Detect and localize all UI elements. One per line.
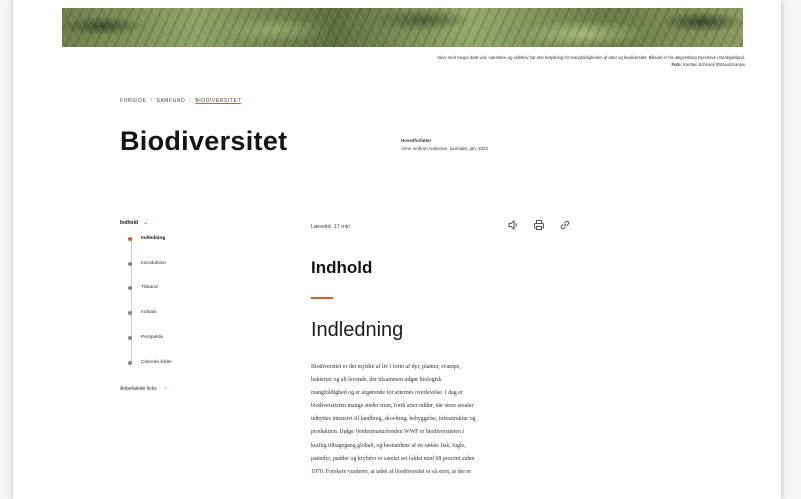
breadcrumb-forside[interactable]: FORSIDE bbox=[120, 98, 146, 104]
link-icon[interactable] bbox=[559, 219, 571, 231]
hero-image bbox=[62, 8, 743, 47]
author-label: Hovedforfatter bbox=[401, 138, 432, 143]
toc-item-indsats[interactable]: Indsats bbox=[128, 310, 156, 315]
breadcrumb-samfund[interactable]: SAMFUND bbox=[156, 98, 185, 104]
caption-photo-label: Foto: bbox=[671, 62, 682, 67]
toc-item-label: Indsats bbox=[141, 310, 157, 315]
chevron-down-icon: ⌄ bbox=[143, 220, 149, 226]
body-line: produktion. Ifølge Verdensnaturfonden WW… bbox=[311, 429, 465, 436]
recommended-links[interactable]: Anbefalede links › bbox=[120, 386, 167, 392]
toc-item-label: Introduktion bbox=[141, 261, 167, 266]
content-heading: Indhold bbox=[311, 258, 373, 277]
body-line: mangfoldighed og er afgørende for artern… bbox=[311, 390, 463, 397]
page-title: Biodiversitet bbox=[120, 126, 288, 156]
body-line: biodiversiteten mange steder truet, ford… bbox=[311, 403, 474, 410]
toc-bullet bbox=[128, 360, 132, 365]
chevron-right-icon: › bbox=[164, 386, 167, 392]
toc-bullet bbox=[128, 236, 132, 241]
breadcrumb: FORSIDE / SAMFUND / BIODIVERSITET bbox=[120, 98, 241, 104]
article-body: Biodiversitet er det myldre af liv i for… bbox=[311, 361, 586, 479]
body-line: Biodiversitet er det myldre af liv i for… bbox=[311, 364, 461, 370]
toc-item-perspektiv[interactable]: Perspektiv bbox=[128, 335, 163, 340]
toc-rail bbox=[131, 240, 132, 362]
toc-item-tilstand[interactable]: Tilstand bbox=[128, 285, 158, 290]
toc-heading: Indhold bbox=[120, 219, 139, 226]
image-caption: Skov med meget dødt ved, naturskov og vi… bbox=[145, 54, 745, 68]
body-line: kraftig tilbagegang globalt, og bestande… bbox=[311, 442, 466, 449]
body-line: pattedyr, padder og krybdyr er samlet se… bbox=[311, 455, 475, 462]
toc-toggle[interactable]: Indhold ⌄ bbox=[120, 219, 149, 227]
breadcrumb-separator: / bbox=[189, 98, 192, 104]
caption-photo-credit: Karsten Schnack /Ritzau/Scanpix bbox=[683, 62, 745, 67]
toc-item-indledning[interactable]: Indledning bbox=[128, 236, 165, 241]
reading-time: Læsetid: 17 min bbox=[311, 224, 351, 230]
toc-bullet bbox=[128, 335, 132, 340]
toc-item-label: Tilstand bbox=[141, 285, 158, 290]
breadcrumb-separator: / bbox=[150, 98, 153, 104]
toc-bullet bbox=[128, 310, 132, 315]
toc-bullet bbox=[128, 285, 132, 290]
caption-text: Skov med meget dødt ved, naturskov og vi… bbox=[437, 55, 745, 60]
speaker-icon[interactable] bbox=[507, 219, 519, 231]
toc-item-label: Indledning bbox=[141, 236, 166, 241]
recommended-links-label: Anbefalede links bbox=[120, 386, 157, 392]
author-value: Anne Ambrun Andersen, journalist, jan. 2… bbox=[401, 146, 488, 151]
toc-item-citerede-kilder[interactable]: Citerede kilder bbox=[128, 360, 172, 365]
accent-rule bbox=[311, 297, 333, 299]
body-line: bakterier og alt levende, der tilsammen … bbox=[311, 377, 442, 384]
article-tools bbox=[507, 219, 571, 231]
toc-item-label: Perspektiv bbox=[141, 335, 164, 340]
toc-item-label: Citerede kilder bbox=[141, 360, 172, 365]
author-block: Hovedforfatter Anne Ambrun Andersen, jou… bbox=[401, 137, 488, 153]
body-line: udnyttes intensivt til landbrug, skovbru… bbox=[311, 416, 476, 423]
body-line: 1970. Forskere vurderer, at tabet af bio… bbox=[311, 468, 472, 475]
toc-bullet bbox=[128, 261, 132, 266]
breadcrumb-current[interactable]: BIODIVERSITET bbox=[195, 98, 241, 104]
section-heading: Indledning bbox=[311, 319, 404, 341]
print-icon[interactable] bbox=[533, 219, 545, 231]
toc-item-introduktion[interactable]: Introduktion bbox=[128, 261, 166, 266]
page: Skov med meget dødt ved, naturskov og vi… bbox=[13, 0, 781, 499]
